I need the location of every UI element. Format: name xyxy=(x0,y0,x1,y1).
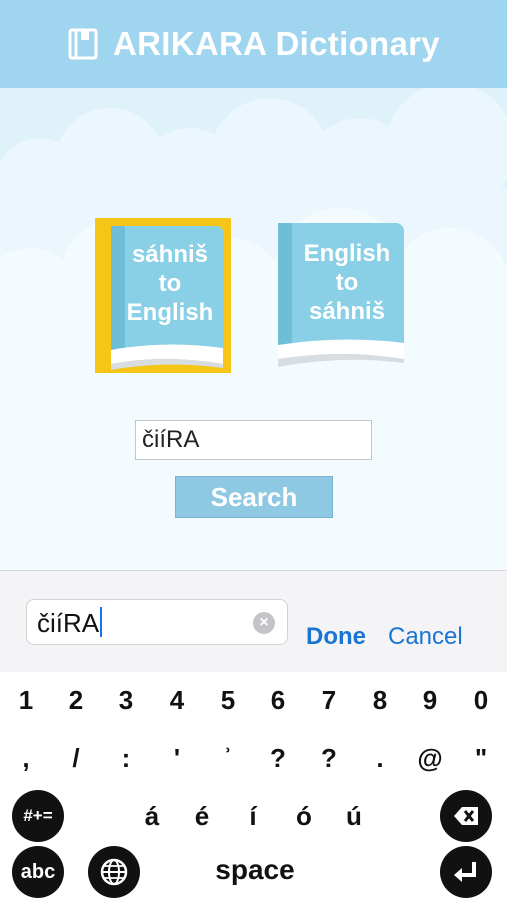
globe-icon xyxy=(100,858,128,886)
book-english-to-sahnis[interactable]: English to sáhniš xyxy=(276,221,408,371)
search-field[interactable]: čiíRA × xyxy=(26,599,288,645)
symbols-mode-key[interactable]: #+= xyxy=(12,790,64,842)
book-line: English xyxy=(303,240,391,267)
key[interactable]: 1 xyxy=(6,680,46,720)
search-button[interactable]: Search xyxy=(175,476,333,518)
text-caret xyxy=(100,607,103,637)
key[interactable]: 6 xyxy=(258,680,298,720)
book-line: to xyxy=(335,269,359,296)
search-input[interactable]: čiíRA xyxy=(135,420,372,460)
return-key[interactable] xyxy=(440,846,492,898)
book-line: sáhniš xyxy=(131,241,209,268)
book-sahnis-to-english[interactable]: sáhniš to English xyxy=(95,218,231,373)
main-area: sáhniš to English English to sáhniš čiíR… xyxy=(0,88,507,570)
book-icon xyxy=(68,28,98,60)
key[interactable]: 9 xyxy=(410,680,450,720)
globe-key[interactable] xyxy=(88,846,140,898)
book-line: to xyxy=(158,270,182,297)
app-header: ARIKARA Dictionary xyxy=(0,0,507,88)
key[interactable]: : xyxy=(106,738,146,778)
key[interactable]: 7 xyxy=(309,680,349,720)
cancel-button[interactable]: Cancel xyxy=(388,623,463,651)
key[interactable]: @ xyxy=(410,738,450,778)
key[interactable]: , xyxy=(6,738,46,778)
key[interactable]: " xyxy=(461,738,501,778)
abc-mode-key[interactable]: abc xyxy=(12,846,64,898)
key[interactable]: ʾ xyxy=(208,738,248,778)
key[interactable]: 3 xyxy=(106,680,146,720)
key[interactable]: ? xyxy=(309,738,349,778)
key[interactable]: 5 xyxy=(208,680,248,720)
key[interactable]: ' xyxy=(157,738,197,778)
return-icon xyxy=(454,862,476,882)
key[interactable]: ó xyxy=(284,796,324,836)
key[interactable]: 4 xyxy=(157,680,197,720)
key[interactable]: / xyxy=(56,738,96,778)
backspace-icon xyxy=(454,807,478,825)
search-field-text: čiíRA xyxy=(37,607,103,639)
search-field-value: čiíRA xyxy=(37,608,100,638)
keyboard: 1 2 3 4 5 6 7 8 9 0 , / : ' ʾ ? ? . @ " … xyxy=(0,672,507,900)
key[interactable]: . xyxy=(360,738,400,778)
key[interactable]: á xyxy=(132,796,172,836)
key[interactable]: í xyxy=(233,796,273,836)
clear-icon[interactable]: × xyxy=(253,612,275,634)
key[interactable]: é xyxy=(182,796,222,836)
done-button[interactable]: Done xyxy=(306,623,366,651)
keyboard-search-bar: čiíRA × Done Cancel xyxy=(0,570,507,672)
space-key[interactable]: space xyxy=(190,850,320,890)
key[interactable]: ? xyxy=(258,738,298,778)
app-title: ARIKARA Dictionary xyxy=(113,25,440,62)
backspace-key[interactable] xyxy=(440,790,492,842)
book-line: English xyxy=(126,299,214,326)
book-line: sáhniš xyxy=(308,298,386,325)
key[interactable]: 8 xyxy=(360,680,400,720)
key[interactable]: 0 xyxy=(461,680,501,720)
key[interactable]: 2 xyxy=(56,680,96,720)
key[interactable]: ú xyxy=(334,796,374,836)
